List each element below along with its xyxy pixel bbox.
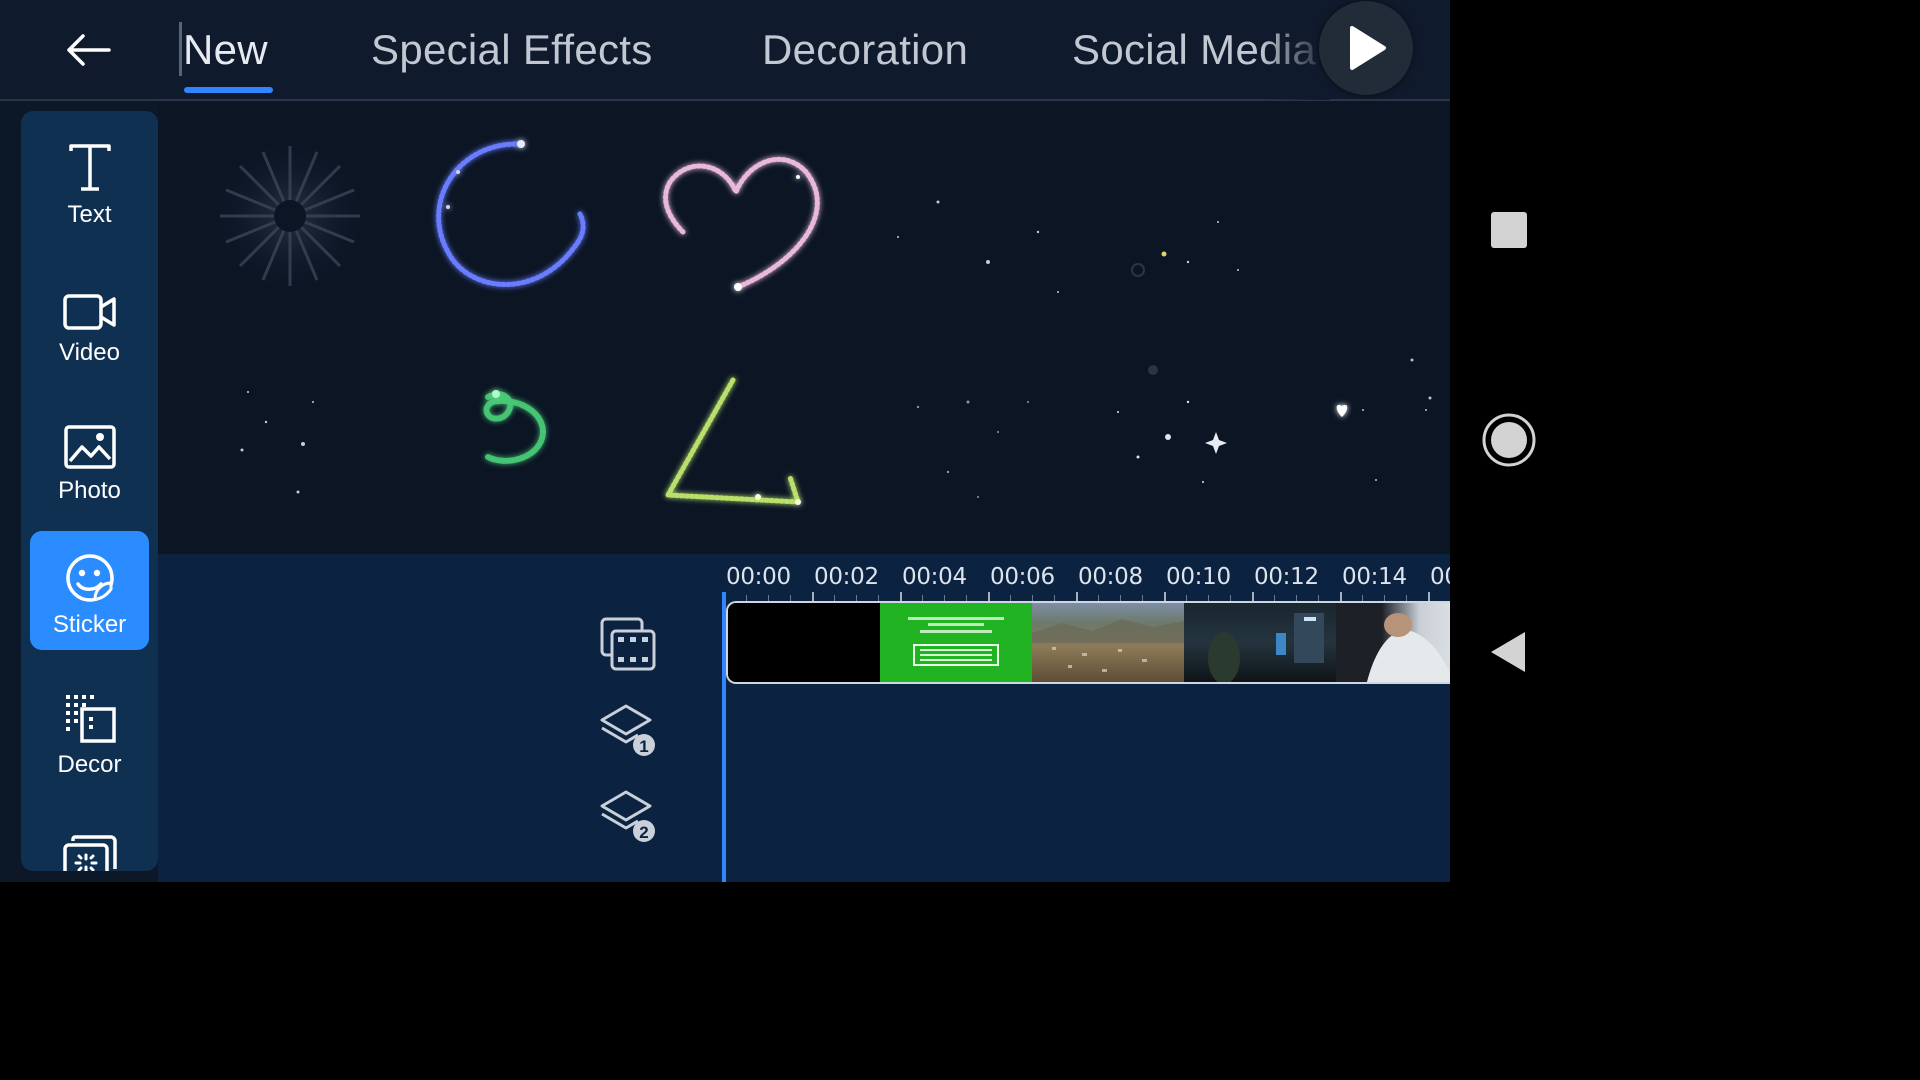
sticker-sparkle-angle[interactable] bbox=[665, 377, 801, 505]
tab-new[interactable]: New bbox=[183, 26, 268, 74]
sticker-preview-grid bbox=[158, 102, 1450, 554]
clip-thumbnail bbox=[1336, 603, 1450, 682]
triangle-back-icon bbox=[1491, 632, 1525, 672]
timeline-ruler[interactable]: 00:00 00:02 00:04 00:06 00:08 00:10 00:1… bbox=[724, 562, 1450, 606]
sticker-small-heart[interactable] bbox=[1336, 358, 1432, 482]
clip-thumbnail bbox=[880, 603, 1032, 682]
ruler-tick bbox=[1428, 592, 1430, 601]
video-track-button[interactable] bbox=[598, 614, 658, 674]
sticker-stardust[interactable] bbox=[916, 400, 1029, 499]
video-editor-app: New Special Effects Decoration Social Me… bbox=[0, 0, 1450, 882]
ruler-tick bbox=[1252, 592, 1254, 601]
play-icon bbox=[1350, 26, 1386, 70]
sticker-starfield[interactable] bbox=[897, 200, 1239, 294]
clip-thumbnail bbox=[1032, 603, 1184, 682]
circle-icon bbox=[1482, 413, 1536, 467]
back-nav-button[interactable] bbox=[1450, 622, 1568, 682]
ruler-tick bbox=[812, 592, 814, 601]
sticker-sparkle-stars[interactable] bbox=[1117, 365, 1227, 483]
back-button[interactable] bbox=[58, 22, 118, 78]
tool-label: Sticker bbox=[52, 611, 127, 638]
tool-video[interactable]: Video bbox=[30, 259, 149, 378]
sticker-green-swirl[interactable] bbox=[483, 390, 547, 464]
layer-badge: 1 bbox=[639, 737, 648, 756]
video-clip-strip[interactable] bbox=[726, 601, 1450, 684]
square-icon bbox=[1491, 212, 1527, 248]
tool-label: Photo bbox=[58, 477, 121, 504]
ruler-label: 00:10 bbox=[1166, 564, 1231, 590]
ruler-label: 00:02 bbox=[814, 564, 879, 590]
tool-rail: Text Video Photo Sticker Decor bbox=[21, 111, 158, 871]
layer-2-button[interactable]: 2 bbox=[598, 786, 658, 846]
sticker-sparkle-circle[interactable] bbox=[436, 140, 586, 287]
tool-decor[interactable]: Decor bbox=[30, 671, 149, 790]
ruler-tick bbox=[900, 592, 902, 601]
ruler-label: 00:14 bbox=[1342, 564, 1407, 590]
layer-1-icon: 1 bbox=[600, 704, 655, 756]
tool-effects[interactable] bbox=[30, 811, 149, 871]
tool-label: Decor bbox=[57, 751, 122, 778]
tool-label: Video bbox=[59, 339, 120, 366]
tool-sticker[interactable]: Sticker bbox=[30, 531, 149, 650]
tool-text[interactable]: Text bbox=[30, 121, 149, 240]
home-button[interactable] bbox=[1450, 410, 1568, 470]
active-tab-indicator bbox=[184, 87, 273, 93]
ruler-tick bbox=[1164, 592, 1166, 601]
top-bar: New Special Effects Decoration Social Me… bbox=[0, 0, 1450, 101]
clip-thumbnail bbox=[728, 603, 880, 682]
video-track-icon bbox=[600, 617, 656, 671]
effects-icon bbox=[62, 825, 117, 871]
video-camera-icon bbox=[62, 273, 117, 331]
sticker-burst[interactable] bbox=[210, 136, 370, 296]
sticker-sparkle-heart[interactable] bbox=[663, 156, 820, 291]
ruler-label: 00:12 bbox=[1254, 564, 1319, 590]
tab-special-effects[interactable]: Special Effects bbox=[371, 26, 653, 74]
play-button[interactable] bbox=[1319, 1, 1413, 95]
ruler-label: 00:04 bbox=[902, 564, 967, 590]
sticker-twinkle[interactable] bbox=[240, 391, 315, 494]
photo-icon bbox=[63, 411, 116, 469]
ruler-label: 00:00 bbox=[726, 564, 791, 590]
recents-button[interactable] bbox=[1450, 200, 1568, 260]
tool-photo[interactable]: Photo bbox=[30, 397, 149, 516]
tool-label: Text bbox=[67, 201, 112, 228]
text-icon bbox=[68, 135, 112, 193]
layer-badge: 2 bbox=[639, 823, 648, 842]
decor-icon bbox=[64, 685, 116, 743]
clip-thumbnail bbox=[1184, 603, 1336, 682]
ruler-tick bbox=[988, 592, 990, 601]
ruler-label: 00:08 bbox=[1078, 564, 1143, 590]
system-navigation-bar bbox=[1450, 0, 1568, 882]
layer-1-button[interactable]: 1 bbox=[598, 700, 658, 760]
ruler-label: 00 bbox=[1430, 564, 1450, 590]
sticker-previews bbox=[210, 136, 1432, 505]
layer-2-icon: 2 bbox=[600, 790, 655, 842]
sticker-icon bbox=[65, 545, 115, 603]
ruler-tick bbox=[1340, 592, 1342, 601]
ruler-label: 00:06 bbox=[990, 564, 1055, 590]
timeline-panel: 1 2 00:00 00:02 00:04 00:06 00:08 00:10 … bbox=[158, 554, 1450, 882]
playhead[interactable] bbox=[722, 592, 726, 882]
ruler-tick bbox=[1076, 592, 1078, 601]
arrow-left-icon bbox=[67, 34, 111, 66]
tab-decoration[interactable]: Decoration bbox=[762, 26, 968, 74]
